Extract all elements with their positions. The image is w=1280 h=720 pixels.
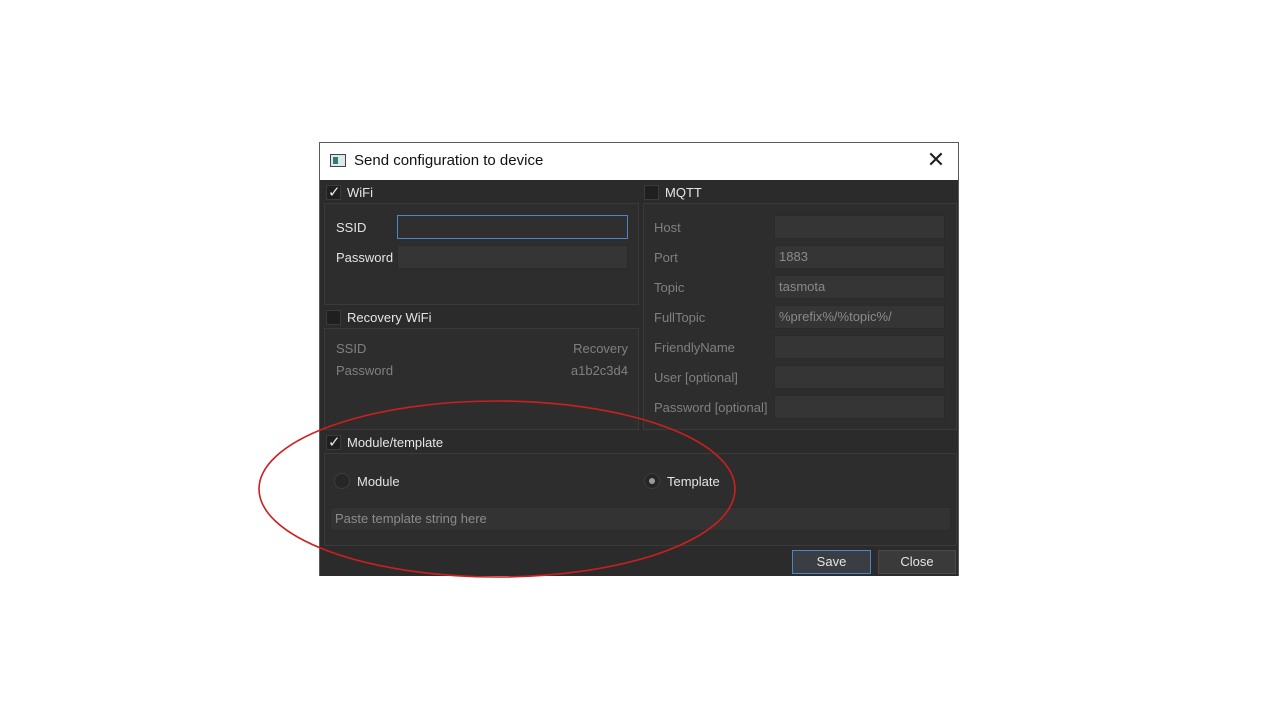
wifi-checkbox[interactable]: [326, 183, 341, 201]
mqtt-friendlyname-label: FriendlyName: [654, 340, 735, 355]
close-button[interactable]: Close: [878, 550, 956, 574]
title-bar: Send configuration to device ✕: [320, 143, 958, 180]
mqtt-port-input[interactable]: 1883: [774, 245, 945, 269]
module-radio[interactable]: [334, 473, 350, 489]
recovery-wifi-checkbox[interactable]: [326, 309, 341, 325]
recovery-wifi-group-label: Recovery WiFi: [347, 309, 432, 325]
save-button[interactable]: Save: [792, 550, 871, 574]
dialog-body: WiFi SSID Password Recovery WiFi SSID Re…: [320, 180, 958, 576]
mqtt-user-label: User [optional]: [654, 370, 738, 385]
module-template-group-header[interactable]: Module/template: [326, 433, 443, 451]
recovery-wifi-group: SSID Recovery Password a1b2c3d4: [324, 328, 639, 430]
recovery-wifi-group-header[interactable]: Recovery WiFi: [326, 308, 432, 326]
mqtt-port-label: Port: [654, 250, 678, 265]
dialog-title: Send configuration to device: [354, 152, 544, 169]
recovery-password-value: a1b2c3d4: [570, 363, 628, 378]
wifi-ssid-label: SSID: [336, 220, 367, 235]
mqtt-fulltopic-label: FullTopic: [654, 310, 706, 325]
close-icon[interactable]: ✕: [924, 149, 948, 173]
mqtt-password-input[interactable]: [774, 395, 945, 419]
recovery-ssid-label: SSID: [336, 341, 367, 356]
mqtt-group-label: MQTT: [665, 184, 702, 200]
mqtt-password-label: Password [optional]: [654, 400, 768, 415]
mqtt-friendlyname-input[interactable]: [774, 335, 945, 359]
wifi-ssid-input[interactable]: [397, 215, 628, 239]
mqtt-fulltopic-input[interactable]: %prefix%/%topic%/: [774, 305, 945, 329]
template-string-input[interactable]: Paste template string here: [330, 507, 951, 531]
wifi-group-header[interactable]: WiFi: [326, 183, 373, 201]
wifi-group-label: WiFi: [347, 184, 373, 200]
mqtt-user-input[interactable]: [774, 365, 945, 389]
mqtt-group-header[interactable]: MQTT: [644, 183, 702, 201]
mqtt-topic-label: Topic: [654, 280, 685, 295]
app-window-icon: [330, 154, 346, 167]
wifi-password-input[interactable]: [397, 245, 628, 269]
module-radio-label[interactable]: Module: [357, 474, 400, 489]
mqtt-host-input[interactable]: [774, 215, 945, 239]
module-template-group: Module Template Paste template string he…: [324, 453, 957, 546]
mqtt-host-label: Host: [654, 220, 681, 235]
mqtt-checkbox[interactable]: [644, 184, 659, 200]
module-template-group-label: Module/template: [347, 434, 444, 450]
wifi-password-label: Password: [336, 250, 394, 265]
recovery-password-label: Password: [336, 363, 394, 378]
mqtt-topic-input[interactable]: tasmota: [774, 275, 945, 299]
mqtt-group: Host Port 1883 Topic tasmota FullTopic %…: [643, 203, 957, 430]
wifi-group: SSID Password: [324, 203, 639, 305]
module-template-checkbox[interactable]: [326, 433, 341, 451]
send-config-dialog: Send configuration to device ✕ WiFi SSID…: [319, 142, 959, 576]
template-radio[interactable]: [644, 473, 660, 489]
template-radio-label[interactable]: Template: [667, 474, 720, 489]
recovery-ssid-value: Recovery: [573, 341, 628, 356]
